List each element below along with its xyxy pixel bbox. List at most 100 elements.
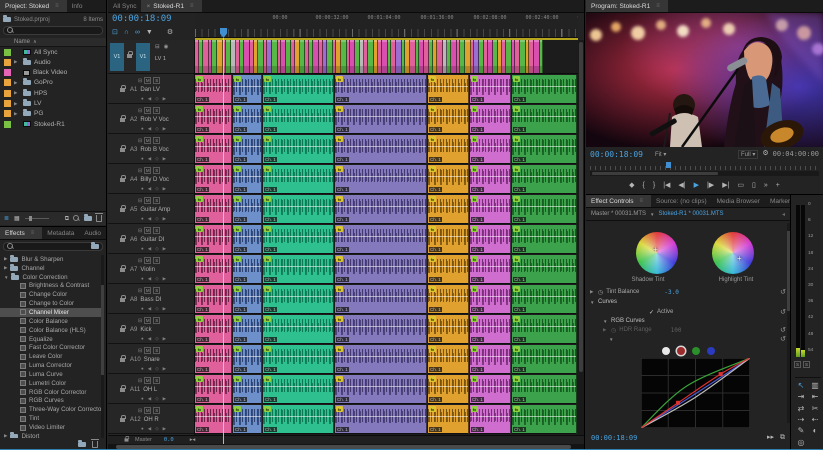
tab-project[interactable]: Project: Stoked≡: [0, 0, 67, 12]
fx-badge[interactable]: fx: [336, 226, 343, 232]
audio-clip[interactable]: fxCh. 1: [512, 195, 577, 224]
audio-clip[interactable]: fxCh. 1: [512, 285, 577, 314]
mark-out-button[interactable]: }: [653, 182, 655, 190]
audio-clip[interactable]: fxCh. 1: [512, 165, 577, 194]
fx-badge[interactable]: fx: [513, 286, 520, 292]
fx-badge[interactable]: fx: [264, 166, 271, 172]
next-keyframe-icon[interactable]: ▶: [163, 426, 166, 432]
fx-badge[interactable]: fx: [471, 226, 478, 232]
fx-badge[interactable]: fx: [196, 346, 203, 352]
volume-rubber-band[interactable]: [195, 206, 231, 207]
track-id[interactable]: A11: [130, 387, 140, 393]
track-select-tool[interactable]: ▥: [809, 382, 821, 390]
volume-rubber-band[interactable]: [512, 176, 576, 177]
reset-icon[interactable]: ↺: [780, 326, 786, 334]
track-id[interactable]: A9: [130, 327, 137, 333]
lock-icon[interactable]: [120, 268, 125, 272]
fx-badge[interactable]: fx: [196, 166, 203, 172]
add-keyframe-icon[interactable]: ◇: [155, 306, 158, 312]
disclosure-caret-icon[interactable]: ▶: [4, 265, 7, 271]
label-color-chip[interactable]: [4, 110, 11, 117]
fx-badge[interactable]: fx: [264, 196, 271, 202]
volume-rubber-band[interactable]: [233, 266, 261, 267]
track-settings-icon[interactable]: ⊟: [138, 108, 142, 114]
rgb-curves-label[interactable]: RGB Curves: [611, 318, 645, 324]
prev-keyframe-icon[interactable]: ◀: [148, 336, 151, 342]
fx-badge[interactable]: fx: [513, 316, 520, 322]
fx-badge[interactable]: fx: [471, 106, 478, 112]
audio-clip[interactable]: fxCh. 1: [335, 135, 427, 164]
mute-button[interactable]: M: [144, 227, 151, 234]
next-keyframe-icon[interactable]: ▶: [163, 396, 166, 402]
fx-badge[interactable]: fx: [513, 196, 520, 202]
effect-item-row[interactable]: Channel Mixer: [0, 308, 104, 317]
fx-badge[interactable]: fx: [196, 76, 203, 82]
audio-clip[interactable]: fxCh. 1: [263, 135, 334, 164]
keyframe-display-icon[interactable]: ●: [141, 276, 144, 282]
clear-button[interactable]: [96, 215, 102, 222]
tab-info[interactable]: Info: [67, 0, 88, 12]
audio-clip[interactable]: fxCh. 1: [195, 165, 232, 194]
fx-badge[interactable]: fx: [234, 376, 241, 382]
fx-badge[interactable]: fx: [264, 346, 271, 352]
fx-badge[interactable]: fx: [196, 376, 203, 382]
column-header-name[interactable]: Name: [14, 39, 30, 45]
audio-clip[interactable]: fxCh. 1: [195, 375, 232, 404]
fx-badge[interactable]: fx: [513, 166, 520, 172]
volume-rubber-band[interactable]: [428, 86, 468, 87]
next-keyframe-icon[interactable]: ▶: [163, 96, 166, 102]
track-name-label[interactable]: Guitar Amp: [140, 207, 170, 213]
audio-clip[interactable]: fxCh. 1: [428, 105, 469, 134]
lock-icon[interactable]: [125, 438, 129, 441]
volume-rubber-band[interactable]: [233, 176, 261, 177]
track-id[interactable]: A8: [130, 297, 137, 303]
track-name-label[interactable]: Billy D Voc: [140, 177, 169, 183]
effects-folder-row[interactable]: ▶Channel: [0, 264, 104, 273]
step-forward-button[interactable]: |▶: [707, 182, 714, 190]
tab-effects[interactable]: Effects≡: [0, 227, 42, 239]
project-item-row[interactable]: ▶LV: [0, 99, 106, 109]
volume-rubber-band[interactable]: [512, 266, 576, 267]
reset-icon[interactable]: ↺: [780, 308, 786, 316]
track-settings-icon[interactable]: ⊟: [138, 288, 142, 294]
audio-clip[interactable]: fxCh. 1: [335, 285, 427, 314]
volume-rubber-band[interactable]: [233, 416, 261, 417]
track-name-label[interactable]: Rob B Voc: [140, 147, 168, 153]
audio-clip[interactable]: fxCh. 1: [512, 255, 577, 284]
track-id[interactable]: A2: [130, 117, 137, 123]
track-name-label[interactable]: Violin: [140, 267, 155, 273]
label-color-chip[interactable]: [4, 121, 11, 128]
mark-in-button[interactable]: {: [643, 182, 645, 190]
keyframe-display-icon[interactable]: ●: [141, 246, 144, 252]
lock-icon[interactable]: [120, 328, 125, 332]
effect-item-row[interactable]: RGB Color Corrector: [0, 388, 104, 397]
volume-rubber-band[interactable]: [195, 266, 231, 267]
next-keyframe-icon[interactable]: ▶: [163, 336, 166, 342]
add-keyframe-icon[interactable]: ◇: [155, 246, 158, 252]
audio-clip[interactable]: fxCh. 1: [470, 165, 511, 194]
volume-rubber-band[interactable]: [335, 206, 426, 207]
track-settings-icon[interactable]: ⊟: [138, 258, 142, 264]
mute-button[interactable]: M: [144, 167, 151, 174]
next-keyframe-icon[interactable]: ▶: [163, 126, 166, 132]
keyframe-nav-icon[interactable]: ▸◂: [190, 437, 196, 443]
label-color-chip[interactable]: [4, 59, 11, 66]
volume-rubber-band[interactable]: [470, 386, 510, 387]
fx-badge[interactable]: fx: [471, 136, 478, 142]
volume-rubber-band[interactable]: [195, 296, 231, 297]
audio-clip[interactable]: fxCh. 1: [233, 165, 262, 194]
tab-metadata[interactable]: Metadata: [42, 227, 79, 239]
track-name-label[interactable]: Rob V Voc: [140, 117, 168, 123]
mute-button[interactable]: M: [144, 107, 151, 114]
volume-rubber-band[interactable]: [263, 416, 333, 417]
fx-badge[interactable]: fx: [234, 256, 241, 262]
fx-badge[interactable]: fx: [336, 286, 343, 292]
lock-icon[interactable]: [120, 238, 125, 242]
new-bin-button[interactable]: [84, 216, 92, 221]
audio-clip[interactable]: fxCh. 1: [195, 405, 232, 434]
track-settings-icon[interactable]: ⊟: [138, 348, 142, 354]
program-playhead[interactable]: [666, 162, 671, 168]
effect-item-row[interactable]: Color Balance: [0, 317, 104, 326]
keyframe-display-icon[interactable]: ●: [141, 426, 144, 432]
list-view-button[interactable]: ≣: [4, 215, 9, 223]
